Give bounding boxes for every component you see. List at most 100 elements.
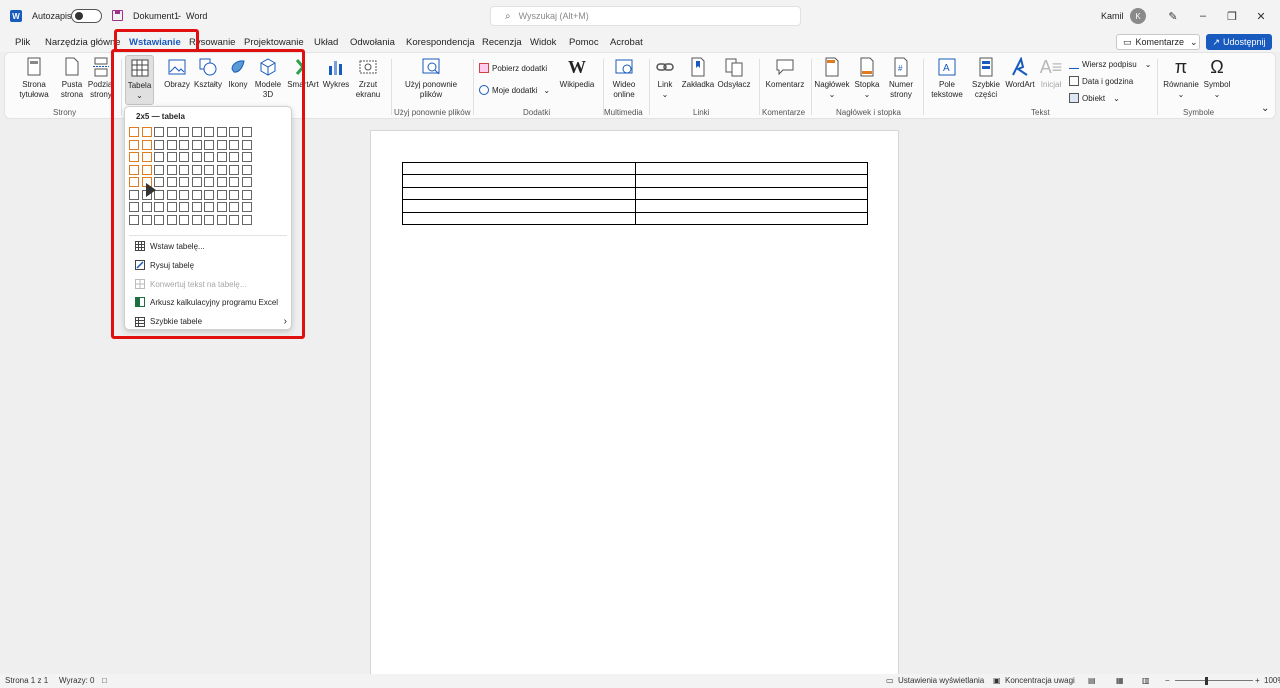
table-grid-cell[interactable] bbox=[204, 127, 214, 137]
footer-button[interactable]: Stopka ⌄ bbox=[853, 57, 881, 100]
comment-button[interactable]: Komentarz bbox=[763, 57, 807, 90]
table-grid-cell[interactable] bbox=[129, 152, 139, 162]
table-grid-cell[interactable] bbox=[204, 214, 214, 225]
table-grid-cell[interactable] bbox=[129, 177, 139, 187]
table-grid-cell[interactable] bbox=[141, 127, 152, 137]
tab-narzedzia-glowne[interactable]: Narzędzia główne bbox=[45, 37, 121, 48]
my-addins-button[interactable]: Moje dodatki ⌄ bbox=[479, 85, 550, 95]
shapes-button[interactable]: Kształty bbox=[193, 57, 223, 90]
tab-projektowanie[interactable]: Projektowanie bbox=[244, 37, 304, 48]
table-grid-cell[interactable] bbox=[179, 177, 189, 187]
table-grid-cell[interactable] bbox=[179, 214, 189, 225]
table-grid-cell[interactable] bbox=[216, 127, 227, 137]
table-grid-cell[interactable] bbox=[166, 214, 177, 225]
table-cell[interactable] bbox=[402, 161, 636, 176]
table-grid-cell[interactable] bbox=[191, 214, 202, 225]
table-cell[interactable] bbox=[634, 174, 868, 188]
table-grid-cell[interactable] bbox=[216, 139, 227, 150]
user-name[interactable]: Kamil bbox=[1101, 0, 1124, 32]
zoom-level[interactable]: 100% bbox=[1264, 676, 1280, 685]
table-cell[interactable] bbox=[634, 211, 868, 225]
zoom-out-icon[interactable]: − bbox=[1165, 676, 1170, 685]
table-cell[interactable] bbox=[402, 186, 636, 201]
table-grid-cell[interactable] bbox=[154, 164, 164, 175]
table-grid-cell[interactable] bbox=[179, 202, 189, 212]
page-break-button[interactable]: Podział strony bbox=[87, 57, 115, 100]
tab-pomoc[interactable]: Pomoc bbox=[569, 37, 599, 48]
document-table[interactable] bbox=[402, 161, 868, 225]
tab-korespondencja[interactable]: Korespondencja bbox=[406, 37, 475, 48]
table-grid-cell[interactable] bbox=[179, 139, 189, 150]
tab-wstawianie[interactable]: Wstawianie bbox=[129, 37, 181, 52]
tab-odwolania[interactable]: Odwołania bbox=[350, 37, 395, 48]
table-grid-cell[interactable] bbox=[216, 152, 227, 162]
text-box-button[interactable]: A Pole tekstowe bbox=[927, 57, 967, 100]
table-grid-cell[interactable] bbox=[191, 164, 202, 175]
table-grid-cell[interactable] bbox=[191, 177, 202, 187]
table-grid-cell[interactable] bbox=[241, 177, 252, 187]
table-grid-cell[interactable] bbox=[216, 177, 227, 187]
quick-parts-button[interactable]: Szybkie części bbox=[969, 57, 1003, 100]
table-grid-cell[interactable] bbox=[154, 214, 164, 225]
wordart-button[interactable]: WordArt bbox=[1003, 57, 1037, 90]
tab-uklad[interactable]: Układ bbox=[314, 37, 338, 48]
table-grid-cell[interactable] bbox=[229, 164, 239, 175]
tab-acrobat[interactable]: Acrobat bbox=[610, 37, 643, 48]
table-grid-cell[interactable] bbox=[166, 189, 177, 200]
cover-page-button[interactable]: Strona tytułowa bbox=[13, 57, 55, 100]
table-grid-cell[interactable] bbox=[141, 152, 152, 162]
page-count[interactable]: Strona 1 z 1 bbox=[5, 676, 48, 685]
table-grid-cell[interactable] bbox=[229, 127, 239, 137]
screenshot-button[interactable]: Zrzut ekranu bbox=[353, 57, 383, 100]
table-grid-cell[interactable] bbox=[166, 202, 177, 212]
print-layout-icon[interactable]: ▦ bbox=[1116, 676, 1124, 685]
table-grid-cell[interactable] bbox=[166, 127, 177, 137]
menu-item-quick-tables[interactable]: Szybkie tabele › bbox=[135, 316, 287, 327]
table-grid-cell[interactable] bbox=[154, 152, 164, 162]
smartart-button[interactable]: SmartArt bbox=[285, 57, 321, 90]
zoom-slider[interactable] bbox=[1175, 680, 1253, 681]
table-cell[interactable] bbox=[402, 174, 636, 188]
table-grid-cell[interactable] bbox=[241, 152, 252, 162]
icons-button[interactable]: Ikony bbox=[226, 57, 250, 90]
table-grid-cell[interactable] bbox=[204, 152, 214, 162]
comments-button[interactable]: ▭ Komentarze ⌄ bbox=[1116, 34, 1200, 50]
table-grid-cell[interactable] bbox=[229, 152, 239, 162]
table-grid-cell[interactable] bbox=[216, 214, 227, 225]
drop-cap-button[interactable]: A≡ Inicjał bbox=[1039, 57, 1063, 90]
table-grid-cell[interactable] bbox=[141, 164, 152, 175]
share-button[interactable]: ↗ Udostępnij bbox=[1206, 34, 1272, 50]
table-cell[interactable] bbox=[402, 211, 636, 225]
online-video-button[interactable]: Wideo online bbox=[607, 57, 641, 100]
table-grid-cell[interactable] bbox=[216, 164, 227, 175]
table-grid-cell[interactable] bbox=[241, 139, 252, 150]
word-count[interactable]: Wyrazy: 0 bbox=[59, 676, 95, 685]
tab-recenzja[interactable]: Recenzja bbox=[482, 37, 522, 48]
blank-page-button[interactable]: Pusta strona bbox=[57, 57, 87, 100]
collapse-ribbon-icon[interactable]: ⌄ bbox=[1261, 103, 1269, 114]
minimize-icon[interactable]: – bbox=[1188, 0, 1218, 32]
document-page[interactable] bbox=[370, 130, 899, 676]
display-settings[interactable]: Ustawienia wyświetlania bbox=[898, 676, 984, 685]
pictures-button[interactable]: Obrazy bbox=[163, 57, 191, 90]
menu-item-draw-table[interactable]: Rysuj tabelę bbox=[135, 260, 194, 270]
table-grid-cell[interactable] bbox=[241, 189, 252, 200]
tab-rysowanie[interactable]: Rysowanie bbox=[189, 37, 235, 48]
accessibility-icon[interactable]: □ bbox=[102, 676, 107, 685]
table-grid-cell[interactable] bbox=[241, 202, 252, 212]
object-button[interactable]: Obiekt ⌄ bbox=[1069, 93, 1120, 103]
table-grid-cell[interactable] bbox=[154, 139, 164, 150]
table-grid-cell[interactable] bbox=[129, 189, 139, 200]
reuse-files-button[interactable]: Użyj ponownie plików bbox=[401, 57, 461, 100]
zoom-slider-thumb[interactable] bbox=[1205, 677, 1208, 685]
table-grid-cell[interactable] bbox=[191, 152, 202, 162]
menu-item-insert-table[interactable]: Wstaw tabelę... bbox=[135, 241, 205, 251]
table-grid-cell[interactable] bbox=[229, 214, 239, 225]
date-time-button[interactable]: Data i godzina bbox=[1069, 76, 1133, 86]
search-input[interactable]: ⌕ Wyszukaj (Alt+M) bbox=[490, 6, 801, 26]
menu-item-convert-text[interactable]: Konwertuj tekst na tabelę... bbox=[135, 279, 247, 289]
autosave-toggle[interactable] bbox=[71, 9, 102, 23]
table-grid-cell[interactable] bbox=[216, 189, 227, 200]
restore-icon[interactable]: ❐ bbox=[1217, 0, 1247, 32]
link-button[interactable]: Link ⌄ bbox=[652, 57, 678, 100]
